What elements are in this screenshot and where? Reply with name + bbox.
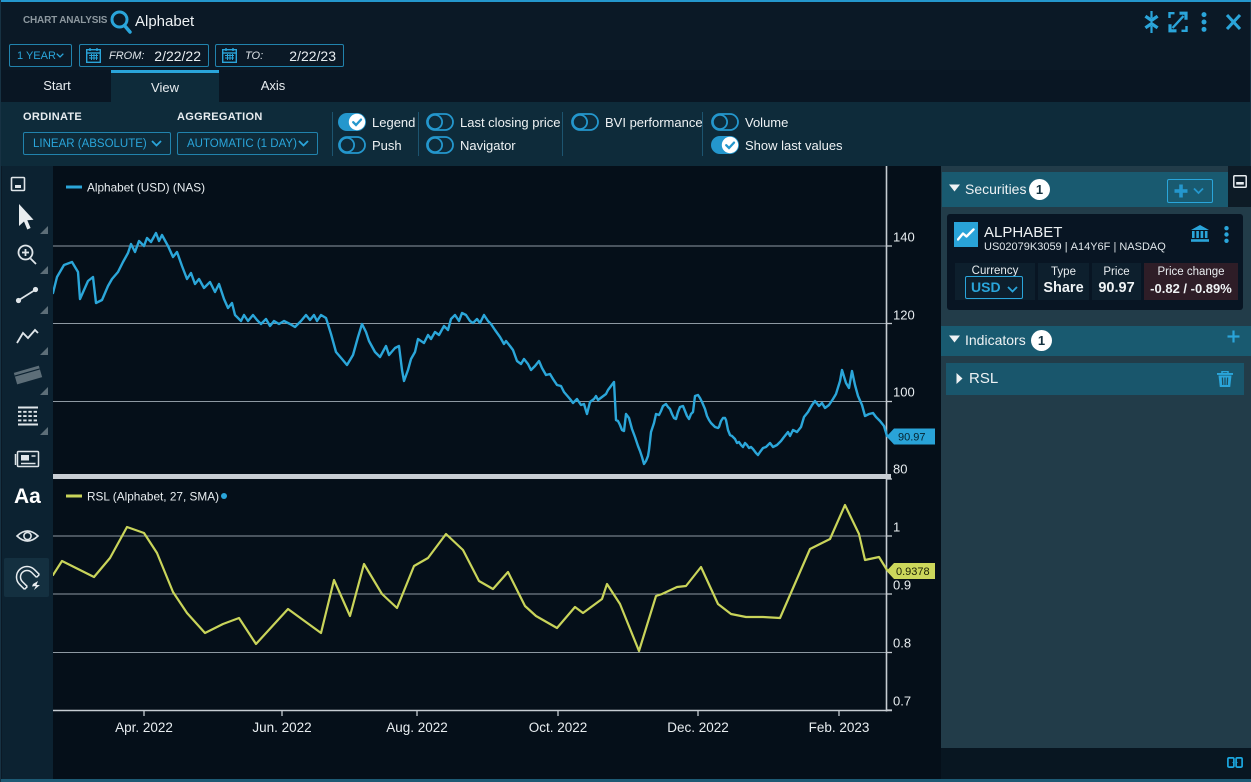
- svg-text:1: 1: [893, 520, 900, 535]
- svg-text:90.97: 90.97: [898, 432, 926, 444]
- svg-text:Dec. 2022: Dec. 2022: [667, 720, 729, 735]
- svg-text:0.9378: 0.9378: [896, 566, 930, 578]
- svg-text:120: 120: [893, 308, 915, 323]
- svg-text:0.8: 0.8: [893, 636, 911, 651]
- svg-text:Feb. 2023: Feb. 2023: [809, 720, 870, 735]
- svg-text:Alphabet (USD) (NAS): Alphabet (USD) (NAS): [87, 181, 205, 195]
- svg-text:100: 100: [893, 385, 915, 400]
- svg-text:Jun. 2022: Jun. 2022: [252, 720, 311, 735]
- svg-text:0.9: 0.9: [893, 578, 911, 593]
- svg-text:0.7: 0.7: [893, 694, 911, 709]
- svg-text:140: 140: [893, 230, 915, 245]
- svg-text:Aug. 2022: Aug. 2022: [386, 720, 448, 735]
- svg-text:Apr. 2022: Apr. 2022: [115, 720, 173, 735]
- svg-text:Oct. 2022: Oct. 2022: [529, 720, 588, 735]
- svg-text:RSL (Alphabet, 27, SMA): RSL (Alphabet, 27, SMA): [87, 490, 219, 504]
- svg-text:80: 80: [893, 462, 907, 477]
- svg-text:Aa: Aa: [14, 485, 41, 508]
